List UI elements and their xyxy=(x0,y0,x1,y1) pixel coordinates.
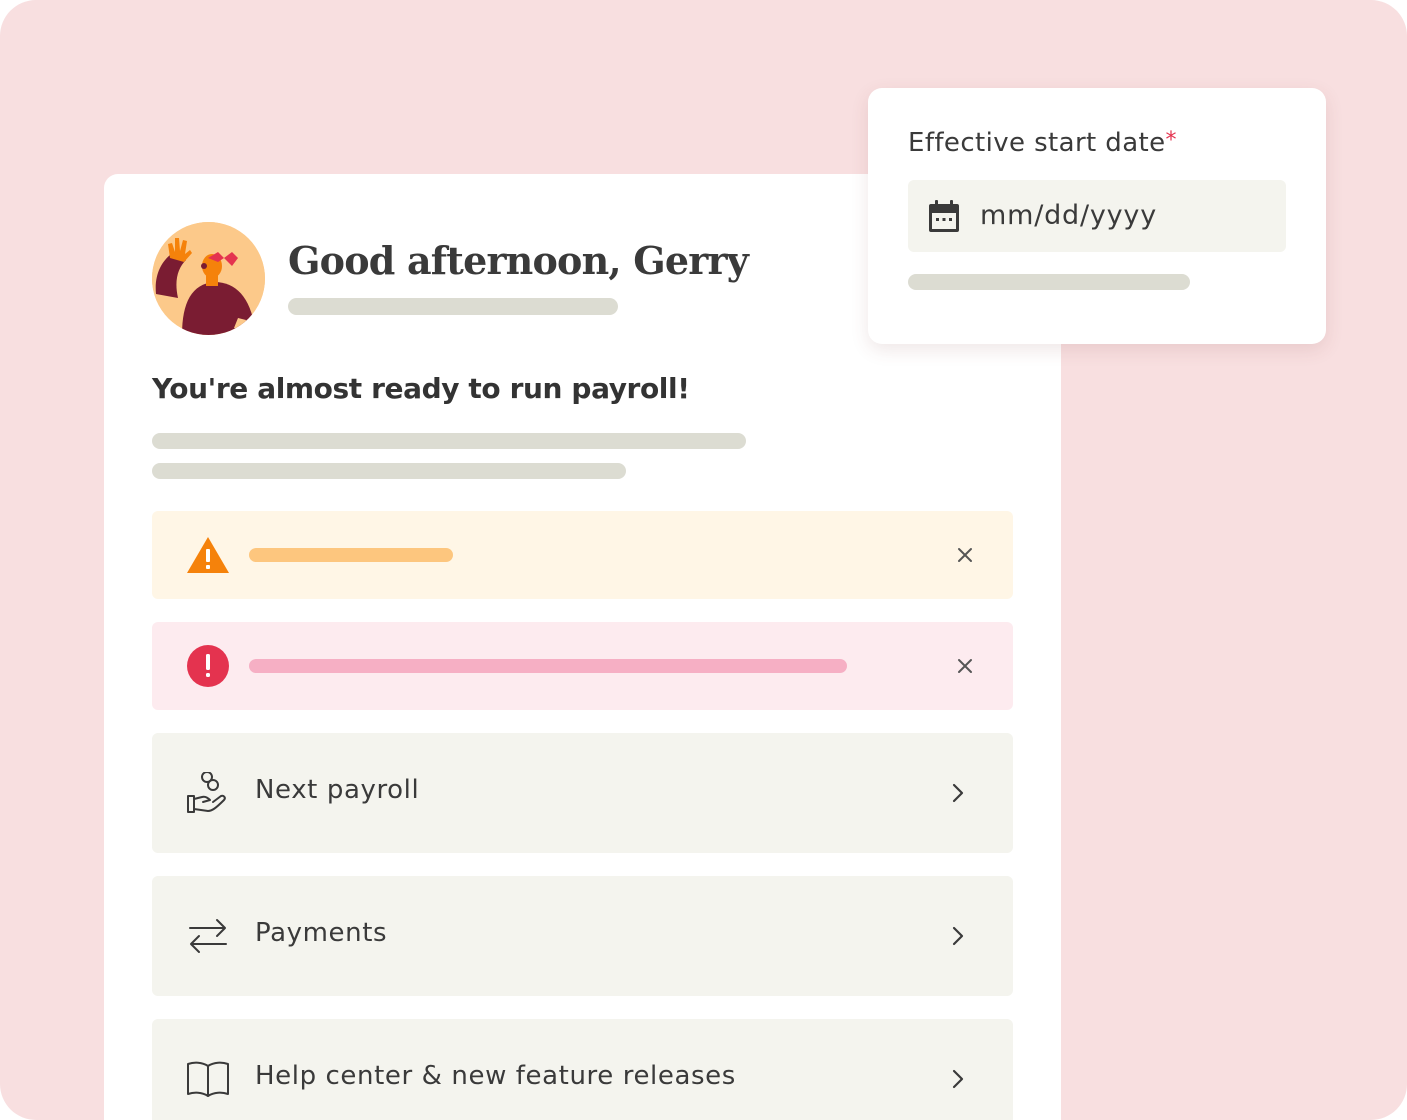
chevron-right-icon xyxy=(952,926,964,946)
error-message-placeholder xyxy=(249,659,847,673)
chevron-right-icon xyxy=(952,1069,964,1089)
error-alert xyxy=(152,622,1013,710)
greeting-title: Good afternoon, Gerry xyxy=(288,238,749,283)
date-field-label-text: Effective start date xyxy=(908,128,1166,158)
nav-item-help-center[interactable]: Help center & new feature releases xyxy=(152,1019,1013,1120)
date-placeholder: mm/dd/yyyy xyxy=(980,200,1157,231)
description-placeholder-line xyxy=(152,433,746,449)
nav-item-label: Next payroll xyxy=(255,775,420,805)
warning-message-placeholder xyxy=(249,548,453,562)
warning-triangle-icon xyxy=(187,537,229,573)
waving-person-illustration xyxy=(152,222,265,335)
avatar xyxy=(152,222,265,335)
transfer-arrows-icon xyxy=(189,919,227,953)
effective-start-date-card: Effective start date* mm/dd/yyyy xyxy=(868,88,1326,344)
date-hint-placeholder xyxy=(908,274,1190,290)
close-icon[interactable] xyxy=(955,656,975,676)
greeting-subtitle-placeholder xyxy=(288,298,618,315)
nav-item-payments[interactable]: Payments xyxy=(152,876,1013,996)
onboarding-headline: You're almost ready to run payroll! xyxy=(152,372,690,405)
close-icon[interactable] xyxy=(955,545,975,565)
date-input[interactable]: mm/dd/yyyy xyxy=(908,180,1286,252)
description-placeholder-line xyxy=(152,463,626,479)
chevron-right-icon xyxy=(952,783,964,803)
date-field-label: Effective start date* xyxy=(908,128,1177,158)
calendar-icon[interactable] xyxy=(928,199,960,233)
exclamation-circle-icon xyxy=(187,645,229,687)
open-book-icon xyxy=(187,1061,229,1097)
nav-item-label: Help center & new feature releases xyxy=(255,1061,736,1091)
hand-coins-icon xyxy=(187,772,226,813)
required-marker: * xyxy=(1165,128,1177,153)
nav-item-next-payroll[interactable]: Next payroll xyxy=(152,733,1013,853)
nav-item-label: Payments xyxy=(255,918,388,948)
page-background: Good afternoon, Gerry You're almost read… xyxy=(0,0,1407,1120)
warning-alert xyxy=(152,511,1013,599)
